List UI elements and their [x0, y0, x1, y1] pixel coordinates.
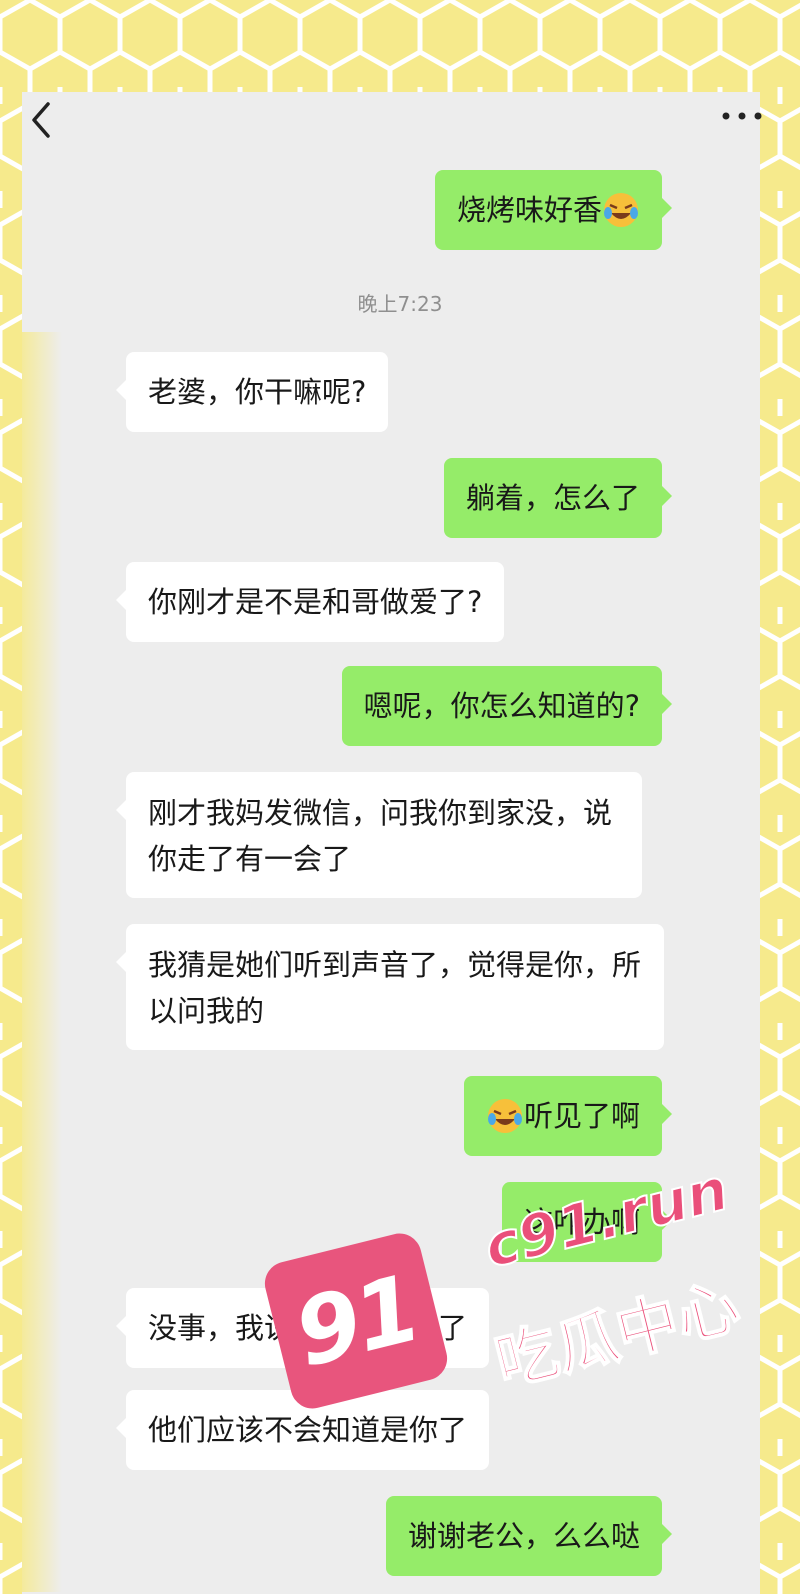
message-text: 我猜是她们听到声音了，觉得是你，所以问我的 — [148, 948, 642, 1028]
message-bubble-incoming[interactable]: 刚才我妈发微信，问我你到家没，说你走了有一会了 — [116, 772, 642, 898]
watermark-label: 吃瓜中心 — [487, 1268, 747, 1401]
site-watermark: 91 c91.run 吃瓜中心 — [260, 1154, 756, 1416]
message-text: 嗯呢，你怎么知道的? — [363, 689, 640, 723]
message-text: 老婆，你干嘛呢? — [148, 375, 367, 409]
message-text: 你刚才是不是和哥做爱了? — [148, 585, 483, 619]
message-bubble-incoming[interactable]: 我猜是她们听到声音了，觉得是你，所以问我的 — [116, 924, 664, 1050]
watermark-number: 91 — [284, 1254, 428, 1388]
message-text: 刚才我妈发微信，问我你到家没，说你走了有一会了 — [148, 796, 613, 876]
message-bubble-outgoing[interactable]: 谢谢老公，么么哒 — [385, 1496, 673, 1576]
message-timestamp: 晚上7:23 — [357, 292, 443, 316]
message-bubble-outgoing[interactable]: 嗯呢，你怎么知道的? — [341, 666, 673, 746]
more-horizontal-icon[interactable] — [718, 104, 768, 128]
message-bubble-outgoing[interactable]: 躺着，怎么了 — [443, 458, 673, 538]
message-text: 躺着，怎么了 — [465, 481, 640, 515]
message-text: 谢谢老公，么么哒 — [407, 1519, 640, 1553]
message-bubble-incoming[interactable]: 老婆，你干嘛呢? — [115, 352, 389, 432]
panel-edge-decoration — [22, 332, 62, 1592]
message-bubble-outgoing[interactable]: 烧烤味好香 — [434, 170, 673, 250]
message-text: 烧烤味好香 — [456, 193, 602, 227]
watermark-badge: 91 — [260, 1228, 452, 1414]
laughing-crying-emoji-icon — [486, 1097, 524, 1135]
message-bubble-incoming[interactable]: 你刚才是不是和哥做爱了? — [115, 562, 505, 642]
message-text: 听见了啊 — [523, 1099, 640, 1133]
message-bubble-outgoing[interactable]: 听见了啊 — [463, 1076, 673, 1156]
laughing-crying-emoji-icon — [602, 191, 640, 229]
chevron-left-icon[interactable] — [26, 100, 56, 140]
